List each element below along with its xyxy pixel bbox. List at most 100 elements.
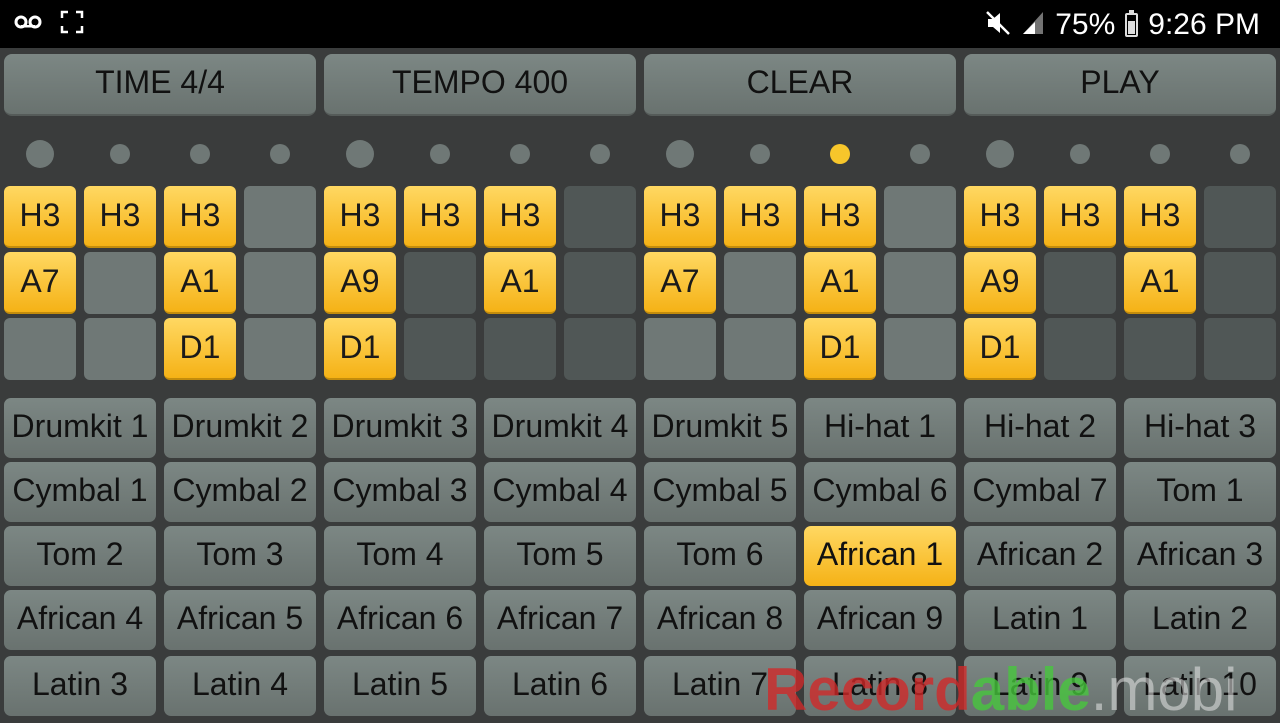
step-pad-r1-c11[interactable]: H3 xyxy=(804,186,876,248)
instrument-button-cymbal-7[interactable]: Cymbal 7 xyxy=(964,462,1116,522)
step-pad-r2-c4[interactable] xyxy=(244,252,316,314)
instrument-button-drumkit-1[interactable]: Drumkit 1 xyxy=(4,398,156,458)
beat-dot-8 xyxy=(590,144,610,164)
instrument-button-african-6[interactable]: African 6 xyxy=(324,590,476,650)
step-pad-r3-c9[interactable] xyxy=(644,318,716,380)
step-pad-r3-c5[interactable]: D1 xyxy=(324,318,396,380)
instrument-button-tom-1[interactable]: Tom 1 xyxy=(1124,462,1276,522)
time-signature-button[interactable]: TIME 4/4 xyxy=(4,54,316,116)
step-pad-r2-c2[interactable] xyxy=(84,252,156,314)
step-pad-r2-c13[interactable]: A9 xyxy=(964,252,1036,314)
instrument-button-latin-5[interactable]: Latin 5 xyxy=(324,656,476,716)
instrument-button-cymbal-2[interactable]: Cymbal 2 xyxy=(164,462,316,522)
instrument-button-drumkit-4[interactable]: Drumkit 4 xyxy=(484,398,636,458)
step-pad-r3-c12[interactable] xyxy=(884,318,956,380)
instrument-button-drumkit-5[interactable]: Drumkit 5 xyxy=(644,398,796,458)
step-pad-r1-c4[interactable] xyxy=(244,186,316,248)
step-pad-r3-c4[interactable] xyxy=(244,318,316,380)
beat-dot-3 xyxy=(190,144,210,164)
instrument-button-latin-1[interactable]: Latin 1 xyxy=(964,590,1116,650)
step-pad-r1-c7[interactable]: H3 xyxy=(484,186,556,248)
step-pad-r1-c2[interactable]: H3 xyxy=(84,186,156,248)
step-pad-r1-c1[interactable]: H3 xyxy=(4,186,76,248)
instrument-button-cymbal-6[interactable]: Cymbal 6 xyxy=(804,462,956,522)
instrument-button-hi-hat-1[interactable]: Hi-hat 1 xyxy=(804,398,956,458)
step-pad-r2-c1[interactable]: A7 xyxy=(4,252,76,314)
step-pad-r1-c9[interactable]: H3 xyxy=(644,186,716,248)
step-pad-r2-c12[interactable] xyxy=(884,252,956,314)
step-pad-r1-c15[interactable]: H3 xyxy=(1124,186,1196,248)
instrument-button-latin-4[interactable]: Latin 4 xyxy=(164,656,316,716)
instrument-button-african-3[interactable]: African 3 xyxy=(1124,526,1276,586)
instrument-button-tom-6[interactable]: Tom 6 xyxy=(644,526,796,586)
instrument-button-african-8[interactable]: African 8 xyxy=(644,590,796,650)
instrument-button-tom-5[interactable]: Tom 5 xyxy=(484,526,636,586)
instrument-button-cymbal-5[interactable]: Cymbal 5 xyxy=(644,462,796,522)
step-pad-r2-c8[interactable] xyxy=(564,252,636,314)
beat-dot-1 xyxy=(26,140,54,168)
instrument-button-cymbal-4[interactable]: Cymbal 4 xyxy=(484,462,636,522)
instrument-button-hi-hat-3[interactable]: Hi-hat 3 xyxy=(1124,398,1276,458)
volume-mute-icon xyxy=(985,10,1011,41)
step-pad-r1-c12[interactable] xyxy=(884,186,956,248)
instrument-button-latin-3[interactable]: Latin 3 xyxy=(4,656,156,716)
beat-dot-10 xyxy=(750,144,770,164)
instrument-button-tom-3[interactable]: Tom 3 xyxy=(164,526,316,586)
step-pad-r2-c5[interactable]: A9 xyxy=(324,252,396,314)
step-pad-r2-c16[interactable] xyxy=(1204,252,1276,314)
instrument-button-hi-hat-2[interactable]: Hi-hat 2 xyxy=(964,398,1116,458)
clear-button[interactable]: CLEAR xyxy=(644,54,956,116)
instrument-button-drumkit-2[interactable]: Drumkit 2 xyxy=(164,398,316,458)
step-pad-r1-c16[interactable] xyxy=(1204,186,1276,248)
step-pad-r3-c2[interactable] xyxy=(84,318,156,380)
step-pad-r3-c3[interactable]: D1 xyxy=(164,318,236,380)
step-pad-r1-c3[interactable]: H3 xyxy=(164,186,236,248)
step-pad-r2-c10[interactable] xyxy=(724,252,796,314)
step-pad-r1-c6[interactable]: H3 xyxy=(404,186,476,248)
step-pad-r2-c6[interactable] xyxy=(404,252,476,314)
watermark-part-3: .mobi xyxy=(1090,656,1238,723)
step-pad-r1-c13[interactable]: H3 xyxy=(964,186,1036,248)
step-pad-r3-c14[interactable] xyxy=(1044,318,1116,380)
step-pad-r1-c8[interactable] xyxy=(564,186,636,248)
instrument-button-african-5[interactable]: African 5 xyxy=(164,590,316,650)
step-pad-r1-c5[interactable]: H3 xyxy=(324,186,396,248)
step-pad-r3-c8[interactable] xyxy=(564,318,636,380)
battery-percent: 75% xyxy=(1055,8,1116,41)
instrument-button-cymbal-1[interactable]: Cymbal 1 xyxy=(4,462,156,522)
instrument-button-african-4[interactable]: African 4 xyxy=(4,590,156,650)
instrument-button-african-2[interactable]: African 2 xyxy=(964,526,1116,586)
instrument-button-african-7[interactable]: African 7 xyxy=(484,590,636,650)
step-pad-r1-c14[interactable]: H3 xyxy=(1044,186,1116,248)
step-pad-r2-c11[interactable]: A1 xyxy=(804,252,876,314)
step-pad-r3-c13[interactable]: D1 xyxy=(964,318,1036,380)
step-pad-r3-c6[interactable] xyxy=(404,318,476,380)
instrument-button-latin-6[interactable]: Latin 6 xyxy=(484,656,636,716)
instrument-button-tom-2[interactable]: Tom 2 xyxy=(4,526,156,586)
step-pad-r2-c9[interactable]: A7 xyxy=(644,252,716,314)
step-pad-r2-c15[interactable]: A1 xyxy=(1124,252,1196,314)
play-button[interactable]: PLAY xyxy=(964,54,1276,116)
step-pad-r2-c7[interactable]: A1 xyxy=(484,252,556,314)
instrument-button-tom-4[interactable]: Tom 4 xyxy=(324,526,476,586)
instrument-button-drumkit-3[interactable]: Drumkit 3 xyxy=(324,398,476,458)
step-pad-r3-c16[interactable] xyxy=(1204,318,1276,380)
instrument-button-cymbal-3[interactable]: Cymbal 3 xyxy=(324,462,476,522)
beat-dot-4 xyxy=(270,144,290,164)
step-pad-r3-c11[interactable]: D1 xyxy=(804,318,876,380)
step-pad-r1-c10[interactable]: H3 xyxy=(724,186,796,248)
step-pad-r3-c1[interactable] xyxy=(4,318,76,380)
step-pad-r3-c15[interactable] xyxy=(1124,318,1196,380)
beat-dot-13 xyxy=(986,140,1014,168)
instrument-button-african-1[interactable]: African 1 xyxy=(804,526,956,586)
step-pad-r3-c7[interactable] xyxy=(484,318,556,380)
beat-dot-16 xyxy=(1230,144,1250,164)
instrument-button-latin-2[interactable]: Latin 2 xyxy=(1124,590,1276,650)
step-pad-r2-c14[interactable] xyxy=(1044,252,1116,314)
watermark-part-1: Record xyxy=(764,656,971,723)
instrument-button-african-9[interactable]: African 9 xyxy=(804,590,956,650)
step-pad-r2-c3[interactable]: A1 xyxy=(164,252,236,314)
beat-dot-12 xyxy=(910,144,930,164)
tempo-button[interactable]: TEMPO 400 xyxy=(324,54,636,116)
step-pad-r3-c10[interactable] xyxy=(724,318,796,380)
